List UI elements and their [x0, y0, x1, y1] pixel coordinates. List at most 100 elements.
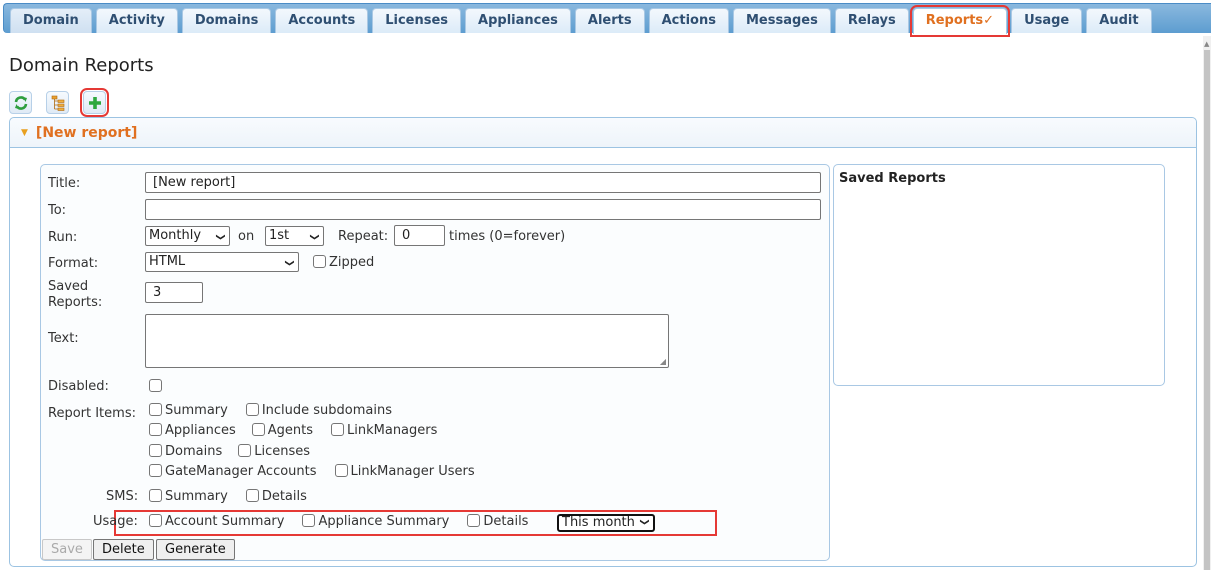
- usage-row: Account Summary Appliance Summary Details: [149, 514, 542, 529]
- sms-summary[interactable]: Summary: [149, 489, 228, 504]
- tab-activity[interactable]: Activity: [95, 8, 178, 33]
- day-select-value: 1st: [269, 228, 290, 243]
- report-items-row-2: Appliances Agents LinkManagers: [149, 423, 451, 438]
- resize-grip-icon[interactable]: ◢: [660, 357, 666, 366]
- usage-period-value: This month: [562, 515, 635, 530]
- checkbox-label: LinkManagers: [347, 423, 438, 438]
- checkbox-label: GateManager Accounts: [165, 464, 317, 479]
- usage-account-summary[interactable]: Account Summary: [149, 514, 284, 529]
- checkbox[interactable]: [302, 514, 316, 527]
- to-input[interactable]: [145, 199, 821, 220]
- saved-reports-header: Saved Reports: [839, 171, 946, 186]
- zipped-option[interactable]: Zipped: [313, 255, 374, 270]
- scroll-up-arrow-icon[interactable]: ▲: [1204, 40, 1209, 48]
- text-textarea[interactable]: ◢: [145, 314, 669, 368]
- tab-usage[interactable]: Usage: [1011, 8, 1083, 33]
- checkbox[interactable]: [149, 464, 162, 477]
- report-item-summary[interactable]: Summary: [149, 403, 228, 418]
- checkbox[interactable]: [245, 403, 259, 416]
- scrollbar-thumb[interactable]: [1204, 50, 1210, 570]
- checkbox-label: Details: [483, 514, 529, 529]
- collapse-triangle-icon[interactable]: ▼: [21, 128, 28, 138]
- repeat-suffix: times (0=forever): [449, 229, 566, 244]
- checkbox[interactable]: [331, 423, 345, 436]
- tab-alerts[interactable]: Alerts: [574, 8, 645, 33]
- sms-label: SMS:: [106, 489, 139, 504]
- text-label: Text:: [48, 331, 79, 346]
- tab-domains[interactable]: Domains: [181, 8, 272, 33]
- vertical-scrollbar[interactable]: ▲: [1203, 36, 1211, 570]
- sms-details[interactable]: Details: [245, 489, 307, 504]
- checkmark-icon: ✓: [983, 13, 995, 28]
- tab-reports[interactable]: Reports✓: [909, 5, 1011, 37]
- report-items-row-4: GateManager Accounts LinkManager Users: [149, 464, 489, 479]
- report-panel: ▼ [New report] Title: To: Run: Monthly ❯ …: [9, 117, 1197, 567]
- tab-accounts[interactable]: Accounts: [275, 8, 369, 33]
- repeat-input[interactable]: [394, 225, 445, 246]
- chevron-down-icon: ❯: [215, 233, 226, 241]
- report-item-domains[interactable]: Domains: [149, 444, 222, 459]
- delete-button[interactable]: Delete: [93, 539, 154, 560]
- save-button[interactable]: Save: [42, 539, 92, 560]
- format-label: Format:: [48, 256, 99, 271]
- report-item-include-subdomains[interactable]: Include subdomains: [245, 403, 392, 418]
- to-label: To:: [48, 203, 67, 218]
- format-select[interactable]: HTML ❯: [145, 252, 299, 272]
- run-select[interactable]: Monthly ❯: [145, 226, 230, 246]
- report-item-agents[interactable]: Agents: [251, 423, 314, 438]
- checkbox[interactable]: [251, 423, 265, 436]
- day-select[interactable]: 1st ❯: [265, 226, 324, 246]
- report-item-linkmanager-users[interactable]: LinkManager Users: [334, 464, 475, 479]
- checkbox[interactable]: [149, 423, 162, 436]
- checkbox[interactable]: [149, 444, 162, 457]
- toolbar: [9, 88, 109, 117]
- checkbox-label: Details: [261, 489, 307, 504]
- report-item-gatemanager-accounts[interactable]: GateManager Accounts: [149, 464, 317, 479]
- checkbox-label: Agents: [267, 423, 314, 438]
- report-items-label: Report Items:: [48, 406, 136, 421]
- zipped-checkbox[interactable]: [313, 255, 326, 268]
- checkbox[interactable]: [334, 464, 348, 477]
- sms-row: Summary Details: [149, 489, 321, 504]
- report-item-linkmanagers[interactable]: LinkManagers: [331, 423, 437, 438]
- usage-appliance-summary[interactable]: Appliance Summary: [302, 514, 449, 529]
- checkbox[interactable]: [149, 514, 162, 527]
- run-label: Run:: [48, 230, 78, 245]
- on-label: on: [238, 229, 255, 244]
- disabled-checkbox[interactable]: [149, 379, 162, 392]
- refresh-button[interactable]: [9, 91, 32, 114]
- tab-domain[interactable]: Domain: [10, 8, 92, 33]
- report-form: Title: To: Run: Monthly ❯ on 1st ❯ Repeat:…: [40, 164, 830, 561]
- usage-period-select[interactable]: This month ❯: [557, 514, 655, 532]
- tab-licenses[interactable]: Licenses: [372, 8, 462, 33]
- refresh-icon: [14, 95, 27, 110]
- report-items-row-3: Domains Licenses: [149, 444, 324, 459]
- checkbox[interactable]: [245, 489, 259, 502]
- tabs: Domain Activity Domains Accounts License…: [10, 5, 1152, 37]
- usage-details[interactable]: Details: [467, 514, 528, 529]
- tab-relays[interactable]: Relays: [834, 8, 909, 33]
- checkbox-label: Appliances: [165, 423, 236, 438]
- tree-view-button[interactable]: [46, 91, 69, 114]
- zipped-label: Zipped: [329, 255, 375, 270]
- tab-audit[interactable]: Audit: [1086, 8, 1152, 33]
- generate-button[interactable]: Generate: [156, 539, 235, 560]
- tab-appliances[interactable]: Appliances: [465, 8, 571, 33]
- add-report-button[interactable]: [80, 88, 109, 117]
- report-item-licenses[interactable]: Licenses: [238, 444, 310, 459]
- checkbox-label: Appliance Summary: [318, 514, 450, 529]
- report-panel-header[interactable]: ▼ [New report]: [10, 118, 1196, 148]
- run-select-value: Monthly: [149, 228, 202, 243]
- tab-actions[interactable]: Actions: [648, 8, 729, 33]
- tab-messages[interactable]: Messages: [732, 8, 831, 33]
- checkbox-label: Domains: [165, 444, 223, 459]
- title-input[interactable]: [145, 172, 821, 193]
- checkbox[interactable]: [149, 403, 162, 416]
- report-item-appliances[interactable]: Appliances: [149, 423, 236, 438]
- checkbox[interactable]: [467, 514, 481, 527]
- saved-reports-label-line2: Reports:: [48, 295, 103, 310]
- saved-reports-input[interactable]: [145, 282, 203, 303]
- checkbox[interactable]: [238, 444, 252, 457]
- checkbox[interactable]: [149, 489, 162, 502]
- checkbox-label: LinkManager Users: [350, 464, 475, 479]
